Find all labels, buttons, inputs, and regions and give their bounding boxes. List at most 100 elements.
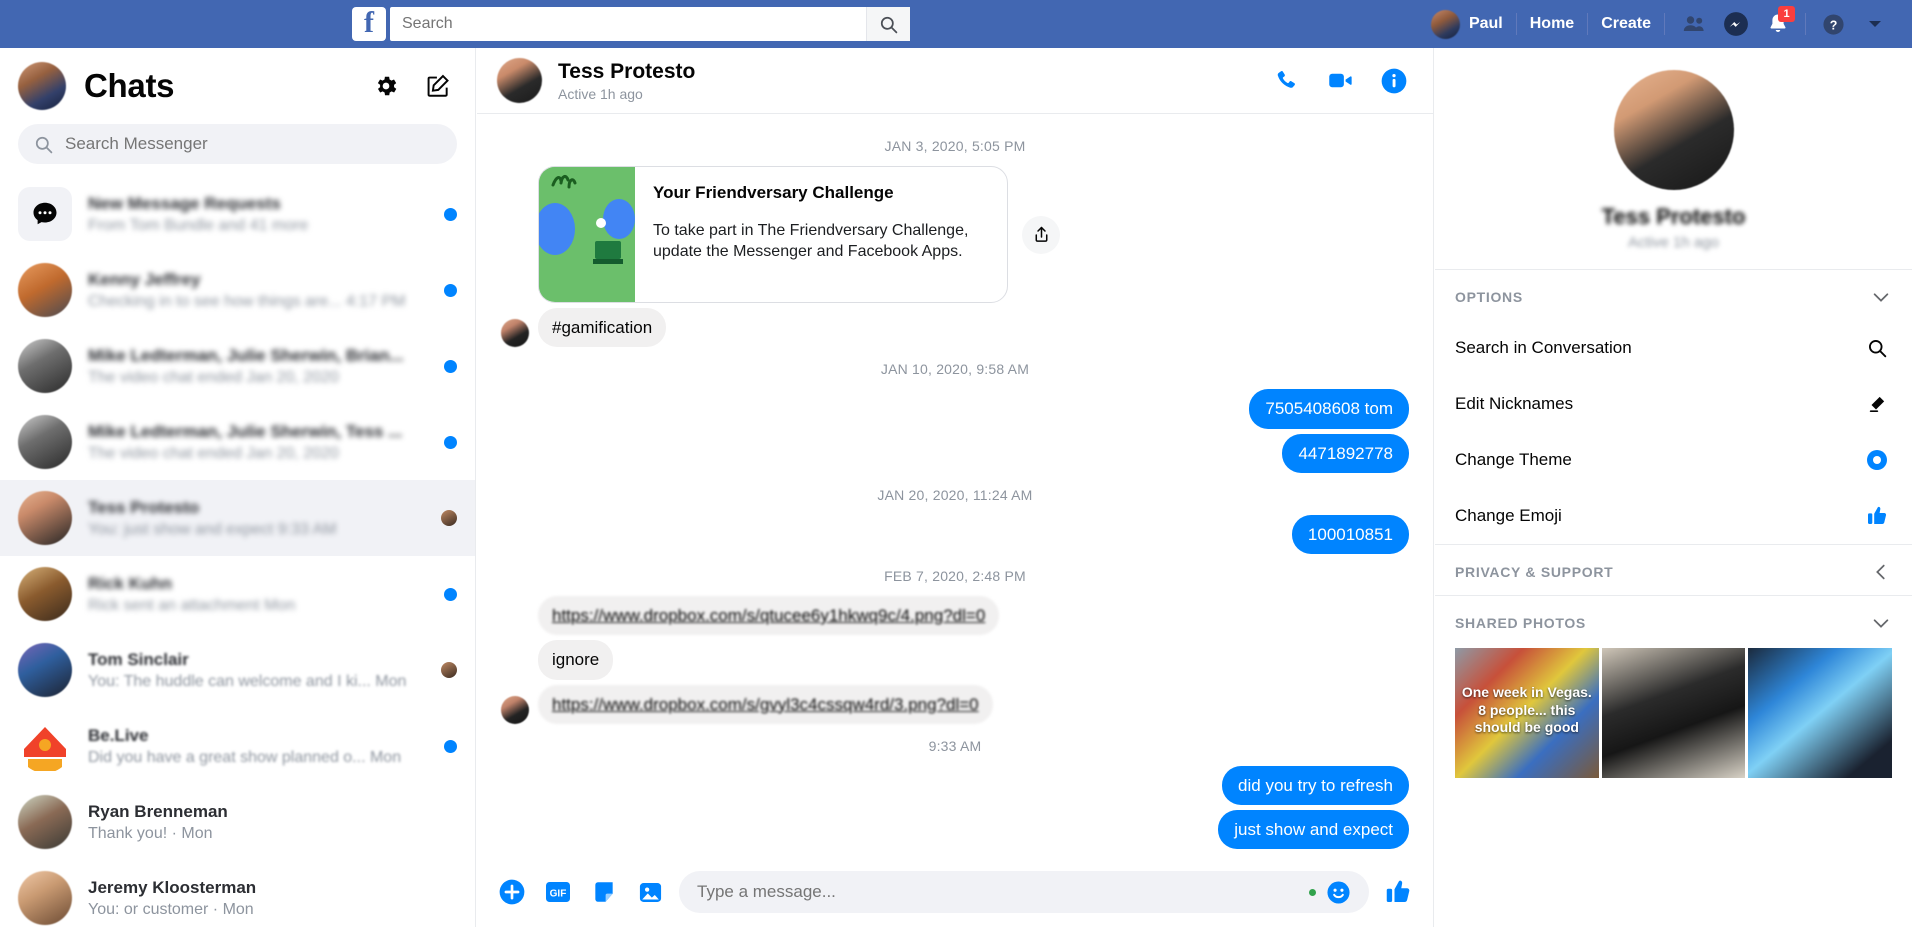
search-messenger-input[interactable]: [65, 134, 441, 154]
chat-list-item[interactable]: Be.Live Did you have a great show planned…: [0, 708, 475, 784]
message-row: Your Friendversary Challenge To take part…: [501, 166, 1409, 303]
avatar-spacer: [501, 652, 529, 680]
avatar[interactable]: [497, 58, 542, 103]
chat-item-name: Rick Kuhn: [88, 573, 173, 593]
section-header-shared-photos: SHARED PHOTOS: [1435, 595, 1912, 642]
nav-create-label: Create: [1601, 15, 1651, 32]
settings-button[interactable]: [367, 67, 405, 105]
details-panel: Tess Protesto Active 1h ago OPTIONS Sear…: [1435, 48, 1912, 927]
message-input[interactable]: [697, 882, 1299, 902]
chat-item-preview: Rick sent an attachment Mon: [88, 596, 296, 614]
avatar[interactable]: [1613, 70, 1734, 190]
friend-requests-button[interactable]: [1673, 4, 1715, 44]
chat-item-text: Mike Ledterman, Julie Sherwin, Brian... T…: [88, 346, 428, 387]
message-row: 7505408608 tom: [501, 389, 1409, 429]
nav-home[interactable]: Home: [1517, 7, 1587, 41]
message-list[interactable]: JAN 3, 2020, 5:05 PM Your Friendversary C…: [477, 114, 1433, 857]
message-link[interactable]: https://www.dropbox.com/s/qtucee6y1hkwq9…: [552, 606, 985, 625]
chevron-down-icon: [1873, 293, 1889, 302]
avatar: [18, 795, 72, 849]
svg-text:?: ?: [1829, 18, 1837, 32]
shared-photo[interactable]: One week in Vegas. 8 people... this shou…: [1455, 648, 1599, 778]
shared-photos-collapse-button[interactable]: [1870, 612, 1892, 634]
gif-button[interactable]: GIF: [541, 875, 575, 909]
chat-item-text: Kenny Jeffrey Checking in to see how thin…: [88, 270, 428, 311]
gif-icon: GIF: [546, 882, 570, 902]
chat-list-item[interactable]: Rick Kuhn Rick sent an attachment Mon: [0, 556, 475, 632]
chevron-down-icon: [1873, 619, 1889, 628]
photo-icon: [639, 882, 661, 902]
notifications-button[interactable]: 1: [1757, 4, 1799, 44]
message-row: did you try to refresh: [501, 765, 1409, 805]
chat-list-item[interactable]: New Message Requests From Tom Bundle and …: [0, 176, 475, 252]
sidebar-search: [18, 124, 457, 164]
chat-item-text: New Message Requests From Tom Bundle and …: [88, 194, 428, 235]
photo-button[interactable]: [633, 875, 667, 909]
topbar-right-nav: Paul Home Create 1 ?: [1418, 4, 1896, 44]
add-attachment-button[interactable]: [495, 875, 529, 909]
privacy-expand-button[interactable]: [1870, 561, 1892, 583]
search-input[interactable]: [390, 7, 866, 41]
chat-list-item[interactable]: Mike Ledterman, Julie Sherwin, Brian... T…: [0, 328, 475, 404]
chat-item-name: Mike Ledterman, Julie Sherwin, Brian...: [88, 345, 404, 365]
presence-dot-icon: [1309, 888, 1316, 896]
option-row-change-emoji[interactable]: Change Emoji: [1435, 488, 1912, 544]
message-link-bubble[interactable]: https://www.dropbox.com/s/qtucee6y1hkwq9…: [538, 596, 1000, 636]
message-link-bubble[interactable]: https://www.dropbox.com/s/gvyl3c4cssqw4r…: [538, 684, 993, 724]
message-timestamp: JAN 10, 2020, 9:58 AM: [880, 361, 1030, 378]
conversation-info-button[interactable]: [1375, 62, 1413, 100]
emoji-icon[interactable]: [1326, 880, 1351, 905]
compose-button[interactable]: [419, 67, 457, 105]
nav-profile[interactable]: Paul: [1418, 7, 1516, 41]
facebook-logo-icon[interactable]: f: [352, 7, 386, 41]
chat-item-text: Be.Live Did you have a great show planned…: [88, 726, 428, 767]
thumbs-up-icon: [1862, 501, 1892, 531]
message-bubble: 4471892778: [1282, 433, 1409, 473]
thumbs-up-button[interactable]: [1381, 875, 1415, 909]
chat-item-preview: You: or customer · Mon: [88, 900, 254, 918]
chat-list-item[interactable]: Mike Ledterman, Julie Sherwin, Tess ... T…: [0, 404, 475, 480]
chat-item-preview: Checking in to see how things are... 4:1…: [88, 292, 406, 310]
option-row-search-in-conversation[interactable]: Search in Conversation: [1435, 320, 1912, 376]
conversation-identity: Tess Protesto Active 1h ago: [558, 60, 695, 102]
chat-item-preview: From Tom Bundle and 41 more: [88, 216, 309, 234]
option-label: Change Emoji: [1455, 506, 1562, 525]
search-icon: [35, 136, 53, 153]
help-button[interactable]: ?: [1812, 4, 1854, 44]
option-row-edit-nicknames[interactable]: Edit Nicknames: [1435, 376, 1912, 432]
message-row: just show and expect: [501, 810, 1409, 850]
options-collapse-button[interactable]: [1870, 286, 1892, 308]
message-card[interactable]: Your Friendversary Challenge To take part…: [538, 166, 1008, 303]
video-call-button[interactable]: [1321, 62, 1359, 100]
read-receipt-avatar: [441, 510, 457, 526]
sticker-button[interactable]: [587, 875, 621, 909]
chats-sidebar: Chats Search Messenger New Message Reque…: [0, 48, 476, 927]
nav-create[interactable]: Create: [1588, 7, 1664, 41]
voice-call-button[interactable]: [1267, 62, 1305, 100]
divider: [1805, 13, 1806, 35]
chat-item-text: Jeremy Kloosterman You: or customer · Mon: [88, 878, 457, 919]
shared-photo[interactable]: [1601, 648, 1746, 778]
profile-status: Active 1h ago: [1628, 234, 1719, 251]
search-button[interactable]: [866, 7, 910, 41]
section-header-options: OPTIONS: [1435, 269, 1912, 320]
avatar: [501, 695, 529, 724]
chat-list-item[interactable]: Jeremy Kloosterman You: or customer · Mon: [0, 860, 475, 927]
messenger-button[interactable]: [1715, 4, 1757, 44]
shared-photo[interactable]: [1748, 648, 1893, 778]
chat-item-preview: You: just show and expect 9:33 AM: [88, 520, 337, 538]
chat-list-item[interactable]: Tom Sinclair You: The huddle can welcome …: [0, 632, 475, 708]
chat-list-item[interactable]: Ryan Brenneman Thank you! · Mon: [0, 784, 475, 860]
search-icon: [1862, 333, 1892, 363]
avatar: [18, 643, 72, 697]
message-bubble: 100010851: [1291, 514, 1409, 554]
account-menu-button[interactable]: [1854, 4, 1896, 44]
option-row-change-theme[interactable]: Change Theme: [1435, 432, 1912, 488]
message-link[interactable]: https://www.dropbox.com/s/gvyl3c4cssqw4r…: [552, 695, 979, 714]
gear-icon: [377, 76, 397, 96]
chat-list-item[interactable]: Tess Protesto You: just show and expect 9…: [0, 480, 475, 556]
chat-list-item[interactable]: Kenny Jeffrey Checking in to see how thin…: [0, 252, 475, 328]
share-button[interactable]: [1022, 215, 1060, 254]
avatar[interactable]: [18, 62, 66, 110]
section-header-privacy[interactable]: PRIVACY & SUPPORT: [1435, 544, 1912, 595]
